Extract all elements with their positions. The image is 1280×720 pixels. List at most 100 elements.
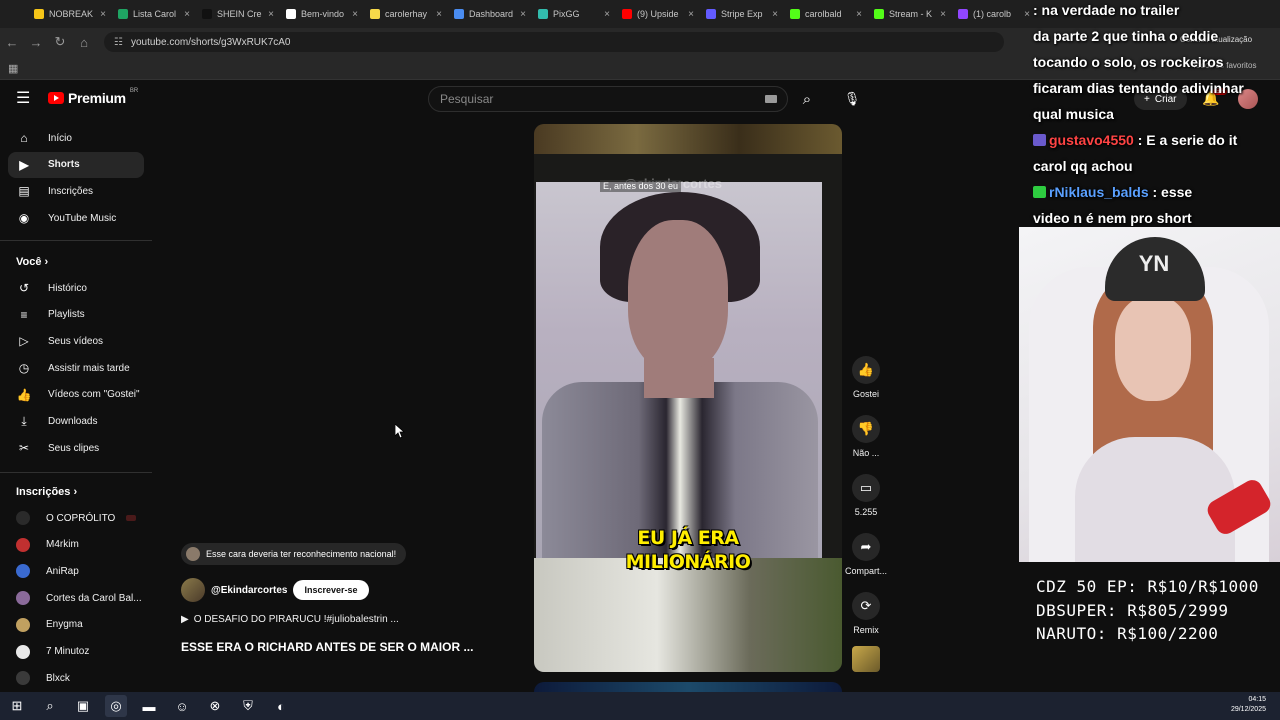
sidebar-divider	[0, 472, 152, 473]
home-button-icon[interactable]: ⌂	[72, 30, 96, 54]
subscriptions-section-heading[interactable]: Inscrições ›	[16, 486, 77, 498]
search-input[interactable]: Pesquisar	[440, 92, 493, 106]
channel-name[interactable]: @Ekindarcortes	[211, 585, 287, 596]
menu-icon[interactable]: ☰	[16, 91, 32, 107]
tab-close-icon[interactable]: ×	[772, 9, 778, 20]
browser-tab[interactable]: PixGG ×	[532, 0, 616, 28]
subscription-item[interactable]: 7 Minutoz	[8, 639, 144, 665]
obs-icon[interactable]: ◐	[270, 695, 292, 717]
price-line: CDZ 50 EP: R$10/R$1000	[1036, 577, 1259, 596]
browser-tab[interactable]: Stream - K ×	[868, 0, 952, 28]
subscription-item[interactable]: Blxck	[8, 665, 144, 691]
comment-preview-chip[interactable]: Esse cara deveria ter reconhecimento nac…	[181, 543, 407, 565]
browser-tab[interactable]: Stripe Exp ×	[700, 0, 784, 28]
reload-icon[interactable]: ↻	[48, 30, 72, 54]
subscription-item[interactable]: Cortes da Carol Bal...	[8, 585, 144, 611]
shield-icon[interactable]: ⛨	[237, 695, 259, 717]
sidebar-item[interactable]: ◉ YouTube Music	[8, 205, 144, 231]
browser-tab[interactable]: Dashboard ×	[448, 0, 532, 28]
action-label: Gostei	[852, 389, 879, 399]
you-section-heading[interactable]: Você ›	[16, 256, 48, 268]
subscription-item[interactable]: Enygma	[8, 612, 144, 638]
subscribe-button[interactable]: Inscrever-se	[293, 580, 369, 600]
sidebar-item[interactable]: ▶ Shorts	[8, 151, 144, 178]
sidebar-item[interactable]: ▷ Seus vídeos	[8, 328, 144, 354]
short-video-player[interactable]: @ekindarcortes E, antes dos 30 eu EU JÁ …	[534, 124, 842, 672]
action-like[interactable]: 👍 Gostei	[846, 356, 886, 399]
action-dislike[interactable]: 👎 Não ...	[846, 415, 886, 458]
tab-close-icon[interactable]: ×	[184, 9, 190, 20]
clock-time: 04:15	[1248, 696, 1266, 703]
search-icon[interactable]: ⌕	[39, 695, 61, 717]
sidebar-item[interactable]: ⤓ Downloads	[8, 409, 144, 435]
sidebar-item[interactable]: ▤ Inscrições	[8, 178, 144, 204]
next-short-preview[interactable]	[534, 682, 842, 692]
address-bar[interactable]: ☷ youtube.com/shorts/g3WxRUK7cA0	[104, 32, 1004, 52]
tab-close-icon[interactable]: ×	[100, 9, 106, 20]
forward-icon[interactable]: →	[24, 30, 48, 54]
site-info-icon[interactable]: ☷	[114, 37, 123, 48]
comments-icon[interactable]: ▭	[852, 474, 880, 502]
sidebar-item[interactable]: ✂ Seus clipes	[8, 435, 144, 461]
like-icon[interactable]: 👍	[852, 356, 880, 384]
share-icon[interactable]: ➦	[852, 533, 880, 561]
sidebar-item-label: Inscrições	[48, 185, 94, 197]
browser-tab[interactable]: Lista Carol ×	[112, 0, 196, 28]
search-box[interactable]: Pesquisar	[428, 86, 788, 112]
subscription-label: O COPRÓLITO	[46, 512, 116, 524]
browser-tab[interactable]: SHEIN Cre ×	[196, 0, 280, 28]
subscription-item[interactable]: O COPRÓLITO	[8, 505, 144, 531]
subscription-label: Cortes da Carol Bal...	[46, 592, 142, 604]
browser-tab[interactable]: NOBREAK ×	[28, 0, 112, 28]
clips-icon: ✂	[18, 441, 30, 456]
xbox-icon[interactable]: ⊗	[204, 695, 226, 717]
tab-close-icon[interactable]: ×	[688, 9, 694, 20]
tab-close-icon[interactable]: ×	[856, 9, 862, 20]
apps-grid-icon[interactable]: ▦	[8, 62, 18, 75]
tab-close-icon[interactable]: ×	[604, 9, 610, 20]
sidebar-item[interactable]: ≡ Playlists	[8, 302, 144, 328]
task-view-icon[interactable]: ▣	[72, 695, 94, 717]
action-remix[interactable]: ⟳ Remix	[846, 592, 886, 635]
tab-title: PixGG	[553, 9, 580, 19]
browser-tab[interactable]: Bem-vindo ×	[280, 0, 364, 28]
channel-avatar[interactable]	[181, 578, 205, 602]
discord-icon[interactable]: ☺	[171, 695, 193, 717]
voice-search-icon[interactable]: 🎙	[840, 87, 864, 111]
tab-close-icon[interactable]: ×	[520, 9, 526, 20]
subscription-label: 7 Minutoz	[46, 646, 90, 657]
browser-tab[interactable]: carolbald ×	[784, 0, 868, 28]
subscription-item[interactable]: AniRap	[8, 558, 144, 584]
sidebar-item[interactable]: ↺ Histórico	[8, 275, 144, 301]
system-clock[interactable]: 04:15 29/12/2025	[1231, 695, 1266, 715]
file-explorer-icon[interactable]: ▬	[138, 695, 160, 717]
sidebar-item-label: Playlists	[48, 309, 85, 321]
youtube-premium-logo[interactable]: Premium BR	[48, 88, 138, 106]
music-row[interactable]: ▶ O DESAFIO DO PIRARUCU !#juliobalestrin…	[181, 614, 399, 625]
tab-close-icon[interactable]: ×	[1024, 9, 1030, 20]
chrome-icon[interactable]: ◎	[105, 695, 127, 717]
keyboard-icon[interactable]	[765, 95, 777, 103]
dislike-icon[interactable]: 👎	[852, 415, 880, 443]
sidebar-item[interactable]: 👍 Vídeos com "Gostei"	[8, 382, 144, 408]
subscription-item[interactable]: M4rkim	[8, 532, 144, 558]
windows-start-icon[interactable]: ⊞	[6, 695, 28, 717]
action-comments[interactable]: ▭ 5.255	[846, 474, 886, 517]
search-button[interactable]: ⌕	[792, 86, 822, 112]
sound-channel-thumbnail[interactable]	[852, 646, 880, 672]
browser-tab[interactable]: (1) carolb ×	[952, 0, 1036, 28]
sidebar-item[interactable]: ◷ Assistir mais tarde	[8, 355, 144, 381]
chevron-right-icon: ›	[70, 486, 78, 498]
action-share[interactable]: ➦ Compart...	[845, 533, 887, 576]
browser-tab[interactable]: (9) Upside ×	[616, 0, 700, 28]
tab-close-icon[interactable]: ×	[436, 9, 442, 20]
tab-close-icon[interactable]: ×	[940, 9, 946, 20]
chat-message: : na verdade no trailer	[1033, 2, 1180, 18]
tab-close-icon[interactable]: ×	[352, 9, 358, 20]
short-title[interactable]: ESSE ERA O RICHARD ANTES DE SER O MAIOR …	[181, 640, 473, 654]
browser-tab[interactable]: carolerhay ×	[364, 0, 448, 28]
tab-close-icon[interactable]: ×	[268, 9, 274, 20]
sidebar-item[interactable]: ⌂ Início	[8, 125, 144, 151]
remix-icon[interactable]: ⟳	[852, 592, 880, 620]
back-icon[interactable]: ←	[0, 30, 24, 54]
